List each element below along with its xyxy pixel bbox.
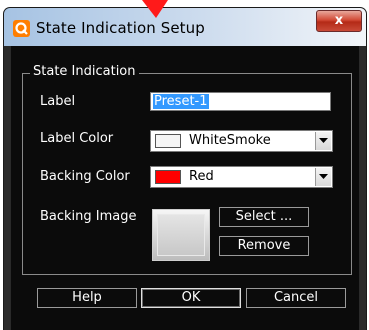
group-title: State Indication [30, 64, 139, 79]
backing-color-value: Red [189, 169, 214, 184]
select-image-button[interactable]: Select ... [219, 207, 309, 227]
label-color-label: Label Color [40, 131, 114, 146]
help-button[interactable]: Help [37, 288, 137, 308]
label-field-label: Label [40, 94, 76, 109]
label-color-dropdown[interactable]: WhiteSmoke [150, 130, 333, 152]
backing-color-label: Backing Color [40, 169, 130, 184]
chevron-down-icon[interactable] [315, 132, 331, 150]
backing-color-swatch [155, 170, 181, 184]
remove-image-button[interactable]: Remove [219, 236, 309, 256]
backing-image-label: Backing Image [40, 209, 137, 224]
title-bar[interactable]: State Indication Setup x [4, 8, 366, 46]
backing-image-preview[interactable] [152, 209, 210, 261]
chevron-down-icon[interactable] [315, 168, 331, 186]
close-button[interactable]: x [316, 10, 362, 32]
window-title: State Indication Setup [36, 19, 205, 37]
ok-button[interactable]: OK [141, 288, 241, 308]
backing-color-dropdown[interactable]: Red [150, 166, 333, 188]
label-input[interactable]: Preset-1 [150, 92, 331, 111]
label-input-value: Preset-1 [153, 94, 209, 109]
cancel-button[interactable]: Cancel [246, 288, 346, 308]
red-arrow-icon [142, 0, 168, 18]
label-color-value: WhiteSmoke [189, 133, 271, 148]
app-logo-icon [13, 20, 30, 37]
label-color-swatch [155, 134, 181, 148]
